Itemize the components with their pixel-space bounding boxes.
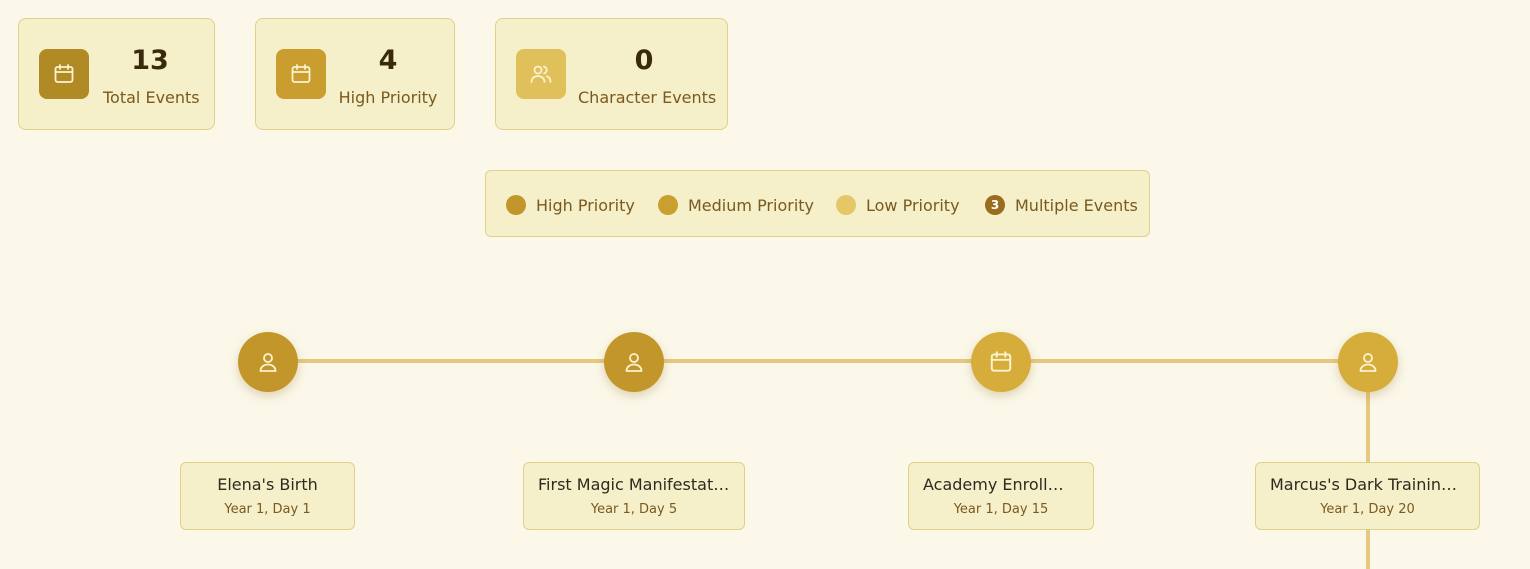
timeline-node-elena-birth[interactable] xyxy=(238,332,298,392)
legend-label: Multiple Events xyxy=(1015,195,1138,215)
legend-item-high: High Priority xyxy=(506,193,635,217)
timeline-page: 13 Total Events 4 High Priority 0 Charac… xyxy=(0,0,1530,569)
timeline-line xyxy=(268,359,1368,363)
legend-label: High Priority xyxy=(536,195,635,215)
legend-item-medium: Medium Priority xyxy=(658,193,814,217)
stat-card-character-events: 0 Character Events xyxy=(495,18,728,130)
stat-value: 13 xyxy=(131,45,169,76)
low-priority-dot xyxy=(836,195,856,215)
legend-label: Medium Priority xyxy=(688,195,815,215)
event-card-elena-birth[interactable]: Elena's Birth Year 1, Day 1 xyxy=(180,462,355,530)
users-icon xyxy=(516,49,566,99)
event-date: Year 1, Day 15 xyxy=(953,502,1049,517)
timeline-node-marcus-training[interactable] xyxy=(1338,332,1398,392)
event-title: First Magic Manifestation xyxy=(538,475,738,494)
event-card-first-magic[interactable]: First Magic Manifestation Year 1, Day 5 xyxy=(523,462,745,530)
medium-priority-dot xyxy=(658,195,678,215)
event-title: Elena's Birth xyxy=(217,475,318,494)
event-date: Year 1, Day 1 xyxy=(224,502,311,517)
legend-label: Low Priority xyxy=(866,195,960,215)
user-icon xyxy=(259,353,277,372)
stat-card-high-priority: 4 High Priority xyxy=(255,18,455,130)
calendar-icon xyxy=(990,351,1012,372)
legend-item-multiple: 3 Multiple Events xyxy=(985,193,1138,217)
high-priority-dot xyxy=(506,195,526,215)
stat-value: 4 xyxy=(378,45,398,76)
event-title: Marcus's Dark Training ... xyxy=(1270,475,1472,494)
legend-item-low: Low Priority xyxy=(836,193,960,217)
stat-card-total-events: 13 Total Events xyxy=(18,18,215,130)
multiple-events-badge: 3 xyxy=(985,195,1005,215)
stat-label: Character Events xyxy=(578,88,717,107)
event-date: Year 1, Day 20 xyxy=(1320,502,1415,517)
event-date: Year 1, Day 5 xyxy=(590,502,678,517)
event-card-marcus-training[interactable]: Marcus's Dark Training ... Year 1, Day 2… xyxy=(1255,462,1480,530)
calendar-icon xyxy=(39,49,89,99)
stat-label: High Priority xyxy=(338,88,438,107)
event-title: Academy Enrollment xyxy=(923,475,1090,494)
timeline-node-academy-enrollment[interactable] xyxy=(971,332,1031,392)
event-card-academy-enrollment[interactable]: Academy Enrollment Year 1, Day 15 xyxy=(908,462,1094,530)
priority-legend: High Priority Medium Priority Low Priori… xyxy=(485,170,1150,237)
calendar-icon xyxy=(276,49,326,99)
timeline-node-first-magic[interactable] xyxy=(604,332,664,392)
stat-label: Total Events xyxy=(103,88,200,107)
user-icon xyxy=(625,353,643,372)
stat-value: 0 xyxy=(634,45,654,76)
user-icon xyxy=(1359,353,1377,372)
